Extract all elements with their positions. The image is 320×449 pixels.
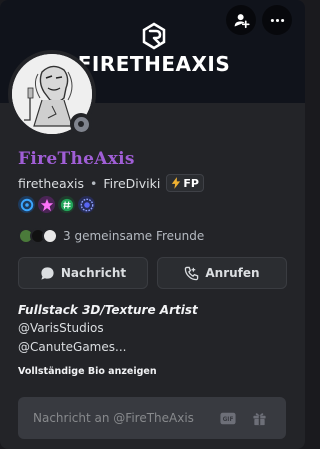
username[interactable]: firetheaxis	[18, 176, 84, 191]
call-button-label: Anrufen	[205, 266, 260, 280]
hypesquad-icon	[20, 198, 33, 211]
quest-badge[interactable]	[78, 196, 95, 213]
display-name: FireTheAxis	[18, 149, 135, 169]
gif-icon: GIF	[220, 412, 236, 424]
message-button[interactable]: Nachricht	[18, 257, 148, 289]
hashtag-badge[interactable]	[58, 196, 75, 213]
separator-dot: •	[90, 175, 98, 191]
direct-message-input[interactable]: Nachricht an @FireTheAxis GIF	[18, 397, 286, 439]
bio-mention-canute[interactable]: @CanuteGames...	[18, 340, 126, 354]
nitro-boost-badge[interactable]	[38, 196, 55, 213]
banner-brand-text: FIRETHEAXIS	[77, 52, 231, 76]
more-options-icon	[270, 18, 284, 22]
quest-badge-icon	[80, 198, 93, 211]
hypesquad-badge[interactable]	[18, 196, 35, 213]
add-friend-button[interactable]	[226, 5, 256, 35]
status-indicator	[70, 113, 92, 135]
show-full-bio-link[interactable]: Vollständige Bio anzeigen	[18, 366, 157, 377]
gif-button[interactable]: GIF	[219, 409, 237, 427]
gift-icon	[252, 412, 266, 425]
username-line: firetheaxis • FireDiviki FP	[18, 174, 204, 192]
bio-title: Fullstack 3D/Texture Artist	[18, 303, 198, 317]
bio-mention-varis[interactable]: @VarisStudios	[18, 321, 104, 335]
mutual-friends-label: 3 gemeinsame Freunde	[63, 229, 205, 243]
server-tag[interactable]: FP	[166, 174, 204, 192]
more-options-button[interactable]	[262, 5, 292, 35]
mutual-friends[interactable]: 3 gemeinsame Freunde	[18, 228, 204, 244]
call-button[interactable]: Anrufen	[157, 257, 287, 289]
badge-list	[18, 196, 95, 213]
message-input-placeholder: Nachricht an @FireTheAxis	[33, 411, 194, 425]
brand-mark-icon	[142, 22, 166, 50]
add-friend-icon	[234, 13, 250, 28]
chat-bubble-icon	[41, 266, 54, 280]
message-button-label: Nachricht	[60, 266, 127, 280]
gif-icon-label: GIF	[223, 417, 234, 423]
nitro-boost-icon	[40, 198, 53, 211]
lightning-icon	[172, 177, 181, 189]
hashtag-badge-icon	[60, 198, 73, 211]
mutual-friend-avatar	[42, 228, 58, 244]
offline-status-icon	[73, 116, 89, 132]
phone-icon	[185, 266, 199, 280]
server-tag-label: FP	[183, 176, 199, 190]
banner-logo: FIRETHEAXIS	[74, 22, 234, 78]
gift-button[interactable]	[250, 409, 268, 427]
profile-popout: FIRETHEAXIS FireTheAxis firetheaxis • Fi…	[0, 0, 305, 449]
server-name: FireDiviki	[103, 175, 161, 191]
